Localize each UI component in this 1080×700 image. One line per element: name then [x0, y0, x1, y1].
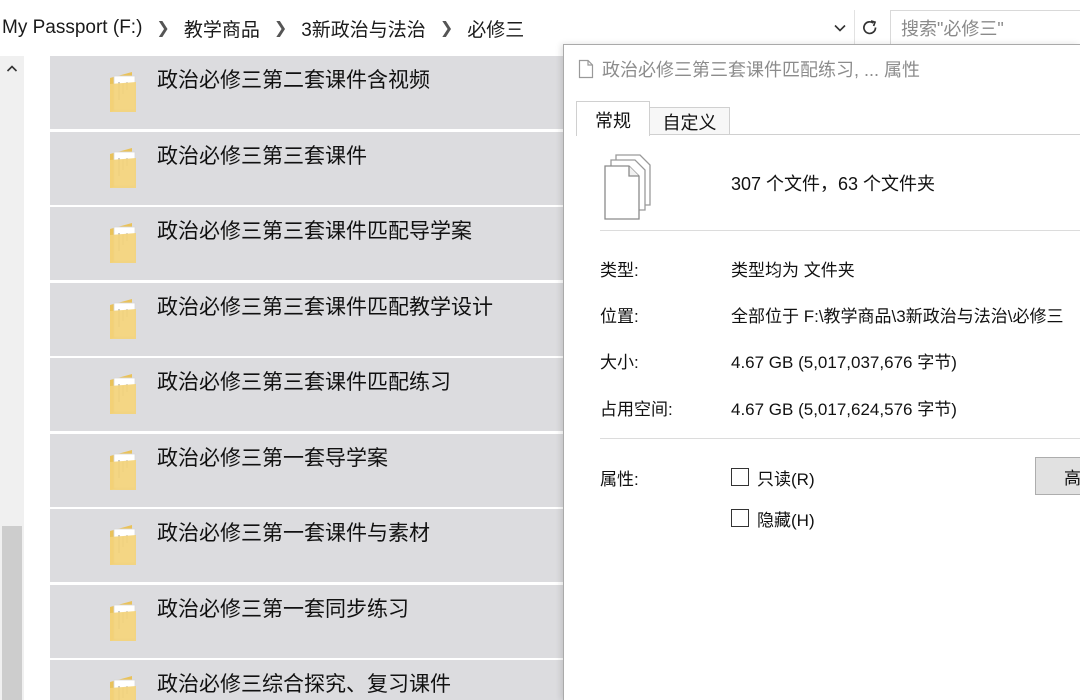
checkbox-box[interactable]	[731, 468, 749, 486]
readonly-checkbox[interactable]: 只读(R)	[731, 465, 815, 489]
folder-icon	[110, 223, 136, 263]
folder-icon	[110, 600, 136, 641]
search-input[interactable]: 搜索"必修三"	[890, 10, 1080, 46]
file-name: 政治必修三综合探究、复习课件	[157, 673, 451, 696]
folder-icon	[110, 525, 136, 565]
tab-general[interactable]: 常规	[576, 101, 650, 136]
navigation-scrollbar[interactable]	[0, 56, 24, 700]
file-list: 政治必修三第二套课件含视频 政治必修三第三套课件政治必修三第三套课件匹配导学案 政治…	[50, 56, 565, 700]
refresh-button[interactable]	[854, 10, 884, 46]
size-label: 大小:	[600, 353, 639, 372]
scroll-up-button[interactable]	[0, 56, 24, 82]
document-icon	[578, 59, 594, 79]
file-name: 政治必修三第一套课件与素材	[157, 522, 430, 545]
chevron-right-icon[interactable]: ❯	[428, 18, 465, 38]
size-value: 4.67 GB (5,017,037,676 字节)	[731, 353, 957, 372]
disk-size-value: 4.67 GB (5,017,624,576 字节)	[731, 400, 957, 419]
file-row[interactable]: 政治必修三第一套同步练习	[50, 584, 565, 659]
file-row[interactable]: 政治必修三第一套课件与素材	[50, 509, 565, 583]
file-row[interactable]: 政治必修三第二套课件含视频	[50, 56, 565, 130]
tab-custom[interactable]: 自定义	[650, 107, 730, 135]
file-name: 政治必修三第三套课件匹配教学设计	[157, 295, 493, 319]
breadcrumb: My Passport (F:) ❯ 教学商品 ❯ 3新政治与法治 ❯ 必修三	[0, 8, 828, 48]
dialog-title-text: 政治必修三第三套课件匹配练习, ... 属性	[602, 60, 921, 80]
breadcrumb-folder-products[interactable]: 教学商品	[182, 15, 262, 42]
location-value: 全部位于 F:\教学商品\3新政治与法治\必修三	[731, 307, 1064, 326]
advanced-button[interactable]: 高	[1035, 457, 1080, 495]
breadcrumb-folder-current[interactable]: 必修三	[465, 15, 526, 42]
breadcrumb-folder-politics[interactable]: 3新政治与法治	[299, 15, 428, 42]
location-label: 位置:	[600, 307, 639, 326]
address-history-button[interactable]	[828, 16, 852, 40]
type-value: 类型均为 文件夹	[731, 261, 855, 280]
refresh-icon	[862, 20, 876, 35]
file-row[interactable]: 政治必修三第三套课件匹配练习	[50, 358, 565, 432]
attributes-label: 属性:	[600, 470, 639, 489]
chevron-up-icon	[6, 65, 18, 72]
file-name: 政治必修三第三套课件	[157, 144, 367, 168]
file-row[interactable]: 政治必修三综合探究、复习课件	[50, 660, 565, 700]
multiple-files-icon	[604, 154, 651, 220]
file-name: 政治必修三第二套课件含视频	[157, 69, 430, 92]
divider	[600, 230, 1080, 231]
divider	[600, 438, 1080, 439]
disk-size-label: 占用空间:	[600, 400, 673, 419]
file-name: 政治必修三第一套同步练习	[157, 597, 409, 621]
file-name: 政治必修三第三套课件匹配练习	[157, 371, 451, 394]
folder-icon	[110, 449, 136, 490]
folder-icon	[110, 374, 136, 414]
chevron-down-icon	[834, 24, 846, 32]
file-name: 政治必修三第一套导学案	[157, 446, 388, 470]
hidden-checkbox[interactable]: 隐藏(H)	[731, 506, 815, 530]
folder-icon	[110, 147, 136, 188]
chevron-right-icon[interactable]: ❯	[144, 18, 181, 38]
folder-icon	[110, 72, 136, 112]
selection-summary: 307 个文件，63 个文件夹	[731, 174, 936, 194]
type-label: 类型:	[600, 261, 639, 280]
hidden-label: 隐藏(H)	[757, 510, 815, 530]
file-row[interactable]: 政治必修三第三套课件匹配导学案	[50, 207, 565, 281]
tab-panel-border	[576, 134, 1080, 135]
file-name: 政治必修三第三套课件匹配导学案	[157, 220, 472, 243]
dialog-title: 政治必修三第三套课件匹配练习, ... 属性	[578, 57, 920, 81]
folder-icon	[110, 298, 136, 339]
tab-bar: 常规 自定义	[576, 101, 1080, 136]
file-row[interactable]: 政治必修三第三套课件匹配教学设计	[50, 282, 565, 357]
chevron-right-icon[interactable]: ❯	[262, 18, 299, 38]
file-row[interactable]: 政治必修三第三套课件	[50, 131, 565, 206]
file-row[interactable]: 政治必修三第一套导学案	[50, 433, 565, 508]
checkbox-box[interactable]	[731, 509, 749, 527]
scrollbar-thumb[interactable]	[2, 526, 22, 700]
breadcrumb-drive[interactable]: My Passport (F:)	[0, 17, 144, 39]
properties-dialog: 政治必修三第三套课件匹配练习, ... 属性 常规 自定义 307 个文件，63…	[563, 44, 1080, 700]
folder-icon	[110, 676, 136, 700]
readonly-label: 只读(R)	[757, 469, 815, 489]
